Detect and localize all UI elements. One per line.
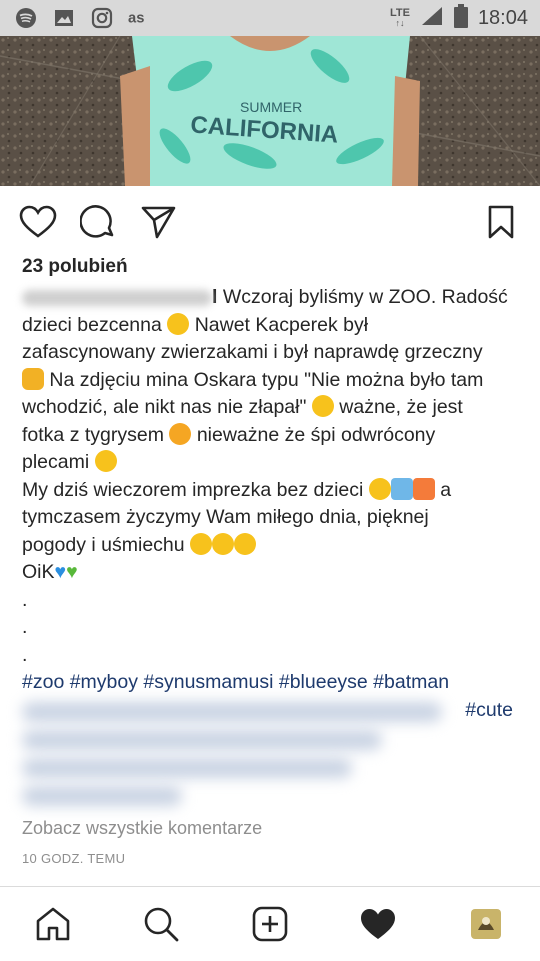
hashtags-redacted [22,702,442,722]
username-end[interactable]: l [212,286,217,308]
wink-emoji [94,450,117,472]
post-caption: l Wczoraj byliśmy w ZOO. Radość dzieci b… [22,284,527,724]
comment-button[interactable] [78,202,118,242]
caption-line: a [440,478,452,501]
lastfm-icon: as [128,6,152,30]
bookmark-icon [488,205,514,239]
likes-count[interactable]: 23 polubień [22,256,128,278]
hashtags-redacted [22,786,182,806]
caption-line: fotka z tygrysem [22,423,164,446]
avatar [471,909,501,939]
hashtags[interactable]: #zoo #myboy #synusmamusi #blueeyse #batm… [22,669,527,697]
comment-icon [80,205,114,238]
battery-icon [453,3,468,33]
home-icon [36,907,70,941]
caption-line: Nawet Kacperek był [194,313,369,336]
view-all-comments-link[interactable]: Zobacz wszystkie komentarze [22,818,262,839]
caption-line: ważne, że jest [339,396,463,418]
music-notes-emoji [390,477,413,500]
caption-line: OiK [22,561,55,583]
hashtags-redacted [22,758,352,778]
post-photo[interactable]: SUMMER CALIFORNIA [0,36,540,186]
caption-line: Na zdjęciu mina Oskara typu "Nie można b… [49,368,484,391]
nav-profile[interactable] [467,905,505,943]
network-type: LTE ↑↓ [389,7,410,29]
dot-line: . [22,616,28,638]
status-bar: as LTE ↑↓ 18:04 [0,0,540,36]
tiger-emoji [169,422,192,445]
save-button[interactable] [481,202,521,242]
caption-line: plecami [22,451,90,473]
svg-text:as: as [128,11,144,27]
instagram-icon [90,6,114,30]
spotify-icon [14,6,38,30]
gallery-icon [52,6,76,30]
dot-line: . [22,588,28,611]
nav-search[interactable] [142,905,180,943]
search-icon [144,907,179,942]
cocktail-emoji [412,477,435,500]
caption-line: My dziś wieczorem imprezka bez dzieci [22,478,364,501]
heart-filled-icon [361,909,395,939]
share-button[interactable] [138,202,178,242]
caption-line: dzieci bezcenna [22,313,162,336]
nav-home[interactable] [34,905,72,943]
caption-line: nieważne że śpi odwrócony [196,423,436,446]
sunglasses-emoji [368,477,391,500]
kiss-emoji [190,532,213,555]
kiss-emoji [234,532,257,555]
thumbs-up-emoji [22,367,44,390]
caption-line: zafascynowany zwierzakami i był naprawdę… [22,341,483,363]
post-time: 10 GODZ. TEMU [22,851,126,866]
caption-line: wchodzić, ale nikt nas nie złapał" [22,396,307,418]
caption-line: Wczoraj byliśmy w ZOO. Radość [222,286,508,308]
bottom-navigation [0,886,540,961]
post-actions [0,196,540,252]
heart-icon [19,205,57,238]
laughing-emoji [311,395,334,417]
like-button[interactable] [18,202,58,242]
blue-heart-emoji: ♥ [54,561,67,583]
send-icon [141,206,176,239]
username-redacted[interactable] [22,289,212,306]
nav-new-post[interactable] [251,905,289,943]
clock: 18:04 [477,6,528,29]
signal-icon [420,5,444,32]
green-heart-emoji: ♥ [66,561,78,583]
dot-line: . [22,643,28,666]
add-post-icon [252,906,288,942]
nav-activity[interactable] [359,905,397,943]
shirt-text-summer: SUMMER [240,99,302,115]
heart-eyes-emoji [167,312,190,335]
caption-line: pogody i uśmiechu [22,533,185,556]
hashtags-redacted [22,730,382,750]
kiss-emoji [212,532,235,555]
caption-line: tymczasem życzymy Wam miłego dnia, piękn… [22,506,429,528]
